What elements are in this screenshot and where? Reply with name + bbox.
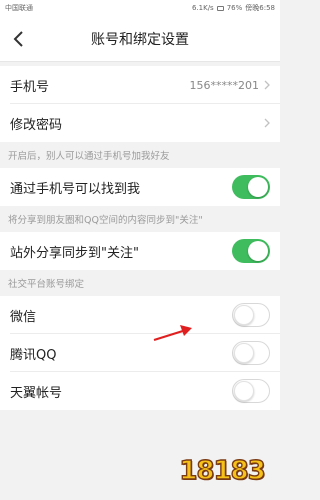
- phone-number-value-group: 156*****201: [190, 79, 271, 92]
- phone-number-value: 156*****201: [189, 78, 260, 92]
- network-speed: 6.1K/s: [191, 4, 214, 12]
- tianyi-toggle[interactable]: [232, 379, 270, 403]
- tianyi-label: 天翼帐号: [10, 385, 63, 401]
- tianyi-row: 天翼帐号: [0, 372, 280, 410]
- watermark-text: 18183: [179, 455, 267, 486]
- find-by-phone-hint: 开启后，别人可以通过手机号加我好友: [0, 142, 280, 168]
- toggle-knob: [234, 343, 254, 363]
- carrier-label: 中国联通: [5, 4, 33, 12]
- toggle-knob: [248, 177, 268, 197]
- sync-follow-row: 站外分享同步到"关注": [0, 232, 280, 270]
- signal-icon: [216, 5, 224, 11]
- battery-level: 76%: [226, 4, 243, 12]
- toggle-knob: [248, 241, 268, 261]
- toggle-knob: [234, 305, 254, 325]
- find-by-phone-toggle[interactable]: [232, 175, 270, 199]
- qq-label: 腾讯QQ: [10, 347, 57, 363]
- change-password-row[interactable]: 修改密码: [0, 104, 280, 142]
- chevron-left-icon: [13, 31, 23, 47]
- wechat-toggle[interactable]: [232, 303, 270, 327]
- chevron-right-icon: [264, 118, 270, 128]
- status-right: 6.1K/s 76% 傍晚6:58: [192, 3, 275, 13]
- back-button[interactable]: [8, 28, 30, 50]
- toggle-knob: [234, 381, 254, 401]
- status-bar: 中国联通 6.1K/s 76% 傍晚6:58: [0, 0, 280, 16]
- clock: 傍晚6:58: [245, 4, 275, 12]
- phone-number-label: 手机号: [10, 79, 50, 95]
- qq-toggle[interactable]: [232, 341, 270, 365]
- sync-follow-toggle[interactable]: [232, 239, 270, 263]
- page-title: 账号和绑定设置: [91, 31, 189, 48]
- phone-number-row[interactable]: 手机号 156*****201: [0, 66, 280, 104]
- share-sync-hint: 将分享到朋友圈和QQ空间的内容同步到"关注": [0, 206, 280, 232]
- red-arrow-annotation-icon: [153, 325, 192, 342]
- social-binding-section-header: 社交平台账号绑定: [0, 270, 280, 296]
- change-password-label: 修改密码: [10, 117, 63, 133]
- wechat-row: 微信: [0, 296, 280, 334]
- qq-row: 腾讯QQ: [0, 334, 280, 372]
- top-nav-bar: 账号和绑定设置: [0, 16, 280, 62]
- wechat-label: 微信: [10, 309, 37, 325]
- chevron-right-icon: [264, 80, 270, 90]
- find-by-phone-label: 通过手机号可以找到我: [10, 181, 141, 197]
- find-by-phone-row: 通过手机号可以找到我: [0, 168, 280, 206]
- sync-follow-label: 站外分享同步到"关注": [10, 245, 139, 261]
- watermark-logo: 18183: [172, 448, 272, 494]
